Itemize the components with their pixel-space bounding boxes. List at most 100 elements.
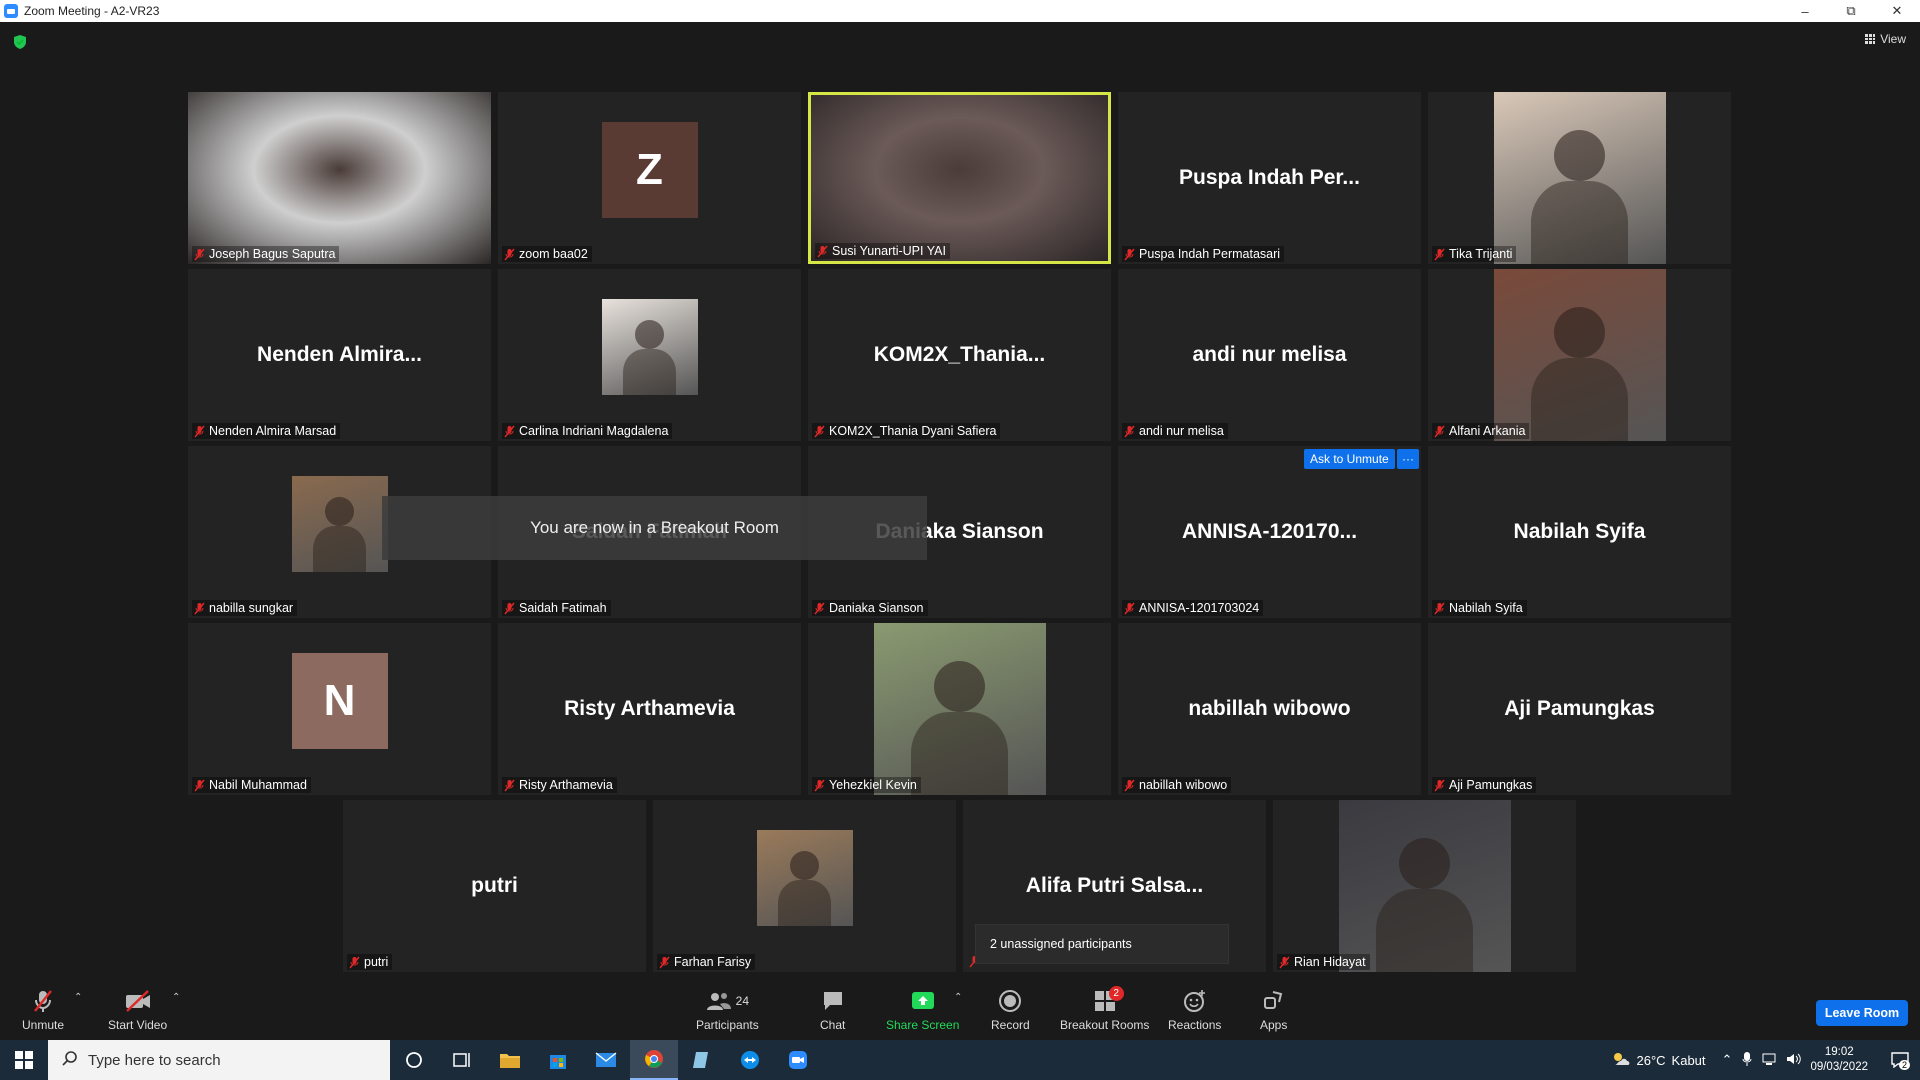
ask-to-unmute-button[interactable]: Ask to Unmute xyxy=(1304,449,1395,469)
participant-name-label: andi nur melisa xyxy=(1122,423,1228,439)
apps-button[interactable]: Apps xyxy=(1260,988,1287,1032)
participant-name-label: Farhan Farisy xyxy=(657,954,756,970)
leave-room-button[interactable]: Leave Room xyxy=(1816,1000,1908,1026)
file-explorer-icon[interactable] xyxy=(486,1040,534,1080)
more-options-button[interactable]: ··· xyxy=(1397,449,1419,469)
restore-button[interactable]: ⧉ xyxy=(1828,0,1874,22)
avatar: Z xyxy=(601,122,698,218)
participant-tile[interactable]: Alfani Arkania xyxy=(1428,269,1731,441)
muted-mic-icon xyxy=(814,779,825,791)
participant-name-label: Aji Pamungkas xyxy=(1432,777,1537,793)
participant-name: Carlina Indriani Magdalena xyxy=(519,424,669,438)
taskbar-clock[interactable]: 19:02 09/03/2022 xyxy=(1810,1045,1868,1075)
participants-button[interactable]: 24 Participants xyxy=(696,988,759,1032)
volume-icon[interactable] xyxy=(1786,1052,1802,1069)
participant-tile[interactable]: Aji Pamungkas Aji Pamungkas xyxy=(1428,623,1731,795)
network-icon[interactable] xyxy=(1762,1052,1778,1069)
notifications-icon[interactable]: 2 xyxy=(1880,1052,1920,1070)
participant-tile[interactable]: Susi Yunarti-UPI YAI xyxy=(808,92,1111,264)
windows-taskbar: Type here to search 26°C Kabut ⌃ 19:02 0… xyxy=(0,1040,1920,1080)
participant-display-name: Nenden Almira... xyxy=(257,343,422,366)
person-silhouette-body xyxy=(777,879,832,926)
participant-tile[interactable]: andi nur melisa andi nur melisa xyxy=(1118,269,1421,441)
participant-display-name: Aji Pamungkas xyxy=(1504,697,1655,720)
muted-mic-icon xyxy=(1434,779,1445,791)
system-tray: 26°C Kabut ⌃ 19:02 09/03/2022 2 xyxy=(1611,1040,1920,1080)
audio-options-caret[interactable]: ⌃ xyxy=(74,992,82,1003)
chrome-icon[interactable] xyxy=(630,1040,678,1080)
participant-name: ANNISA-1201703024 xyxy=(1139,601,1260,615)
teamviewer-icon[interactable] xyxy=(726,1040,774,1080)
tray-chevron-icon[interactable]: ⌃ xyxy=(1722,1052,1733,1068)
participant-tile[interactable]: Yehezkiel Kevin xyxy=(808,623,1111,795)
muted-mic-icon xyxy=(814,602,825,614)
encryption-shield-icon[interactable] xyxy=(12,34,28,50)
participant-tile[interactable]: Nabilah Syifa Nabilah Syifa xyxy=(1428,446,1731,618)
view-button[interactable]: View xyxy=(1865,32,1906,46)
participant-tile[interactable]: Carlina Indriani Magdalena xyxy=(498,269,801,441)
participant-name-label: putri xyxy=(347,954,393,970)
person-silhouette xyxy=(635,320,664,349)
participant-name: Aji Pamungkas xyxy=(1449,778,1533,792)
video-feed xyxy=(188,92,491,264)
taskbar-search-box[interactable]: Type here to search xyxy=(48,1040,390,1080)
participant-tile[interactable]: Risty Arthamevia Risty Arthamevia xyxy=(498,623,801,795)
muted-mic-icon xyxy=(1124,425,1135,437)
participant-tile[interactable]: nabillah wibowo nabillah wibowo xyxy=(1118,623,1421,795)
participant-tile[interactable]: Zzoom baa02 xyxy=(498,92,801,264)
participant-name: nabillah wibowo xyxy=(1139,778,1228,792)
microphone-icon[interactable] xyxy=(1742,1051,1752,1070)
video-options-caret[interactable]: ⌃ xyxy=(172,992,180,1003)
zoom-app-icon[interactable] xyxy=(774,1040,822,1080)
participant-tile[interactable]: Puspa Indah Per... Puspa Indah Permatasar… xyxy=(1118,92,1421,264)
minimize-button[interactable]: – xyxy=(1782,0,1828,22)
unassigned-participants-popup[interactable]: 2 unassigned participants xyxy=(975,924,1229,964)
weather-desc: Kabut xyxy=(1671,1052,1706,1068)
mail-icon[interactable] xyxy=(582,1040,630,1080)
person-silhouette xyxy=(790,851,819,880)
participant-tile[interactable]: Farhan Farisy xyxy=(653,800,956,972)
participant-tile[interactable]: Rian Hidayat xyxy=(1273,800,1576,972)
participant-tile[interactable]: N Nabil Muhammad xyxy=(188,623,491,795)
windows-start-icon[interactable] xyxy=(0,1040,48,1080)
participant-name-label: Joseph Bagus Saputra xyxy=(192,246,340,262)
share-options-caret[interactable]: ⌃ xyxy=(954,992,962,1003)
avatar: N xyxy=(291,653,388,749)
start-video-button[interactable]: Start Video xyxy=(108,988,167,1032)
participant-name: Farhan Farisy xyxy=(674,955,752,969)
muted-mic-icon xyxy=(194,602,205,614)
muted-mic-icon xyxy=(1124,779,1135,791)
unmute-button[interactable]: Unmute xyxy=(22,988,64,1032)
chat-button[interactable]: Chat xyxy=(820,988,845,1032)
breakout-room-toast: You are now in a Breakout Room xyxy=(382,496,927,560)
breakout-rooms-button[interactable]: 2 Breakout Rooms xyxy=(1060,986,1149,1032)
participant-tile[interactable]: ANNISA-120170... ANNISA-1201703024 xyxy=(1118,446,1421,618)
record-icon xyxy=(998,988,1022,1014)
participant-tile[interactable]: putri putri xyxy=(343,800,646,972)
participant-tile[interactable]: Joseph Bagus Saputra xyxy=(188,92,491,264)
reactions-button[interactable]: Reactions xyxy=(1168,988,1221,1032)
participant-name: Nenden Almira Marsad xyxy=(209,424,337,438)
muted-mic-icon xyxy=(1124,248,1135,260)
participant-name: Nabilah Syifa xyxy=(1449,601,1523,615)
participant-display-name: andi nur melisa xyxy=(1192,343,1347,366)
notes-app-icon[interactable] xyxy=(678,1040,726,1080)
microsoft-store-icon[interactable] xyxy=(534,1040,582,1080)
person-silhouette-body xyxy=(1531,181,1628,264)
participant-name: Yehezkiel Kevin xyxy=(829,778,917,792)
participant-name: Rian Hidayat xyxy=(1294,955,1366,969)
participant-name-label: KOM2X_Thania Dyani Safiera xyxy=(812,423,1001,439)
task-view-icon[interactable] xyxy=(438,1040,486,1080)
participant-name: Joseph Bagus Saputra xyxy=(209,247,336,261)
participant-tile[interactable]: KOM2X_Thania... KOM2X_Thania Dyani Safier… xyxy=(808,269,1111,441)
weather-icon[interactable] xyxy=(1611,1051,1631,1070)
muted-mic-icon xyxy=(32,988,54,1014)
muted-mic-icon xyxy=(504,248,515,260)
close-window-button[interactable]: ✕ xyxy=(1874,0,1920,22)
cortana-icon[interactable] xyxy=(390,1040,438,1080)
participant-tile[interactable]: Nenden Almira... Nenden Almira Marsad xyxy=(188,269,491,441)
title-bar: Zoom Meeting - A2-VR23 – ⧉ ✕ xyxy=(0,0,1920,22)
participant-tile[interactable]: Tika Trijanti xyxy=(1428,92,1731,264)
share-screen-button[interactable]: Share Screen xyxy=(886,988,959,1032)
record-button[interactable]: Record xyxy=(991,988,1030,1032)
